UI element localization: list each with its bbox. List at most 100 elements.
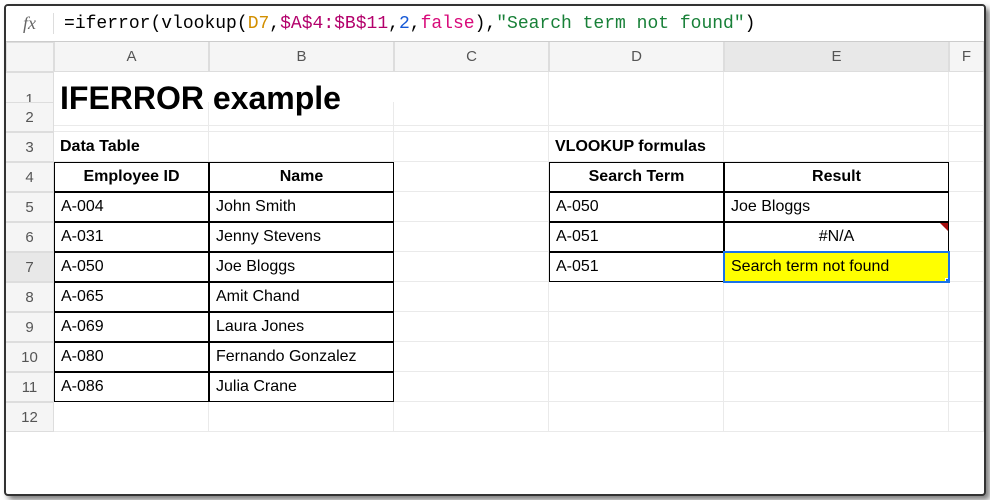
cell[interactable]	[949, 342, 984, 372]
cell[interactable]	[949, 102, 984, 132]
formula-paren: (	[150, 14, 161, 34]
cell[interactable]	[949, 402, 984, 432]
col-header-F[interactable]: F	[949, 42, 984, 72]
cell[interactable]	[394, 282, 549, 312]
formula-paren: )	[475, 14, 486, 34]
cell[interactable]	[394, 102, 549, 132]
col-header-C[interactable]: C	[394, 42, 549, 72]
formula-input[interactable]: =iferror(vlookup(D7,$A$4:$B$11,2,false),…	[54, 14, 984, 34]
table-header-name[interactable]: Name	[209, 162, 394, 192]
selected-cell[interactable]: Search term not found	[724, 252, 949, 282]
cell[interactable]	[209, 132, 394, 162]
row-header-12[interactable]: 12	[6, 402, 54, 432]
cell[interactable]	[394, 192, 549, 222]
cell[interactable]	[724, 312, 949, 342]
formula-arg-range: $A$4:$B$11	[280, 14, 388, 34]
cell[interactable]	[949, 132, 984, 162]
row-header-5[interactable]: 5	[6, 192, 54, 222]
result-na-cell[interactable]: #N/A	[724, 222, 949, 252]
row-header-2[interactable]: 2	[6, 102, 54, 132]
table-row[interactable]: A-050	[54, 252, 209, 282]
table-header-employee-id[interactable]: Employee ID	[54, 162, 209, 192]
row-header-8[interactable]: 8	[6, 282, 54, 312]
row-header-4[interactable]: 4	[6, 162, 54, 192]
section-label-vlookup[interactable]: VLOOKUP formulas	[549, 132, 724, 162]
cell[interactable]	[394, 372, 549, 402]
formula-fn-iferror: iferror	[75, 14, 151, 34]
row-header-3[interactable]: 3	[6, 132, 54, 162]
row-header-6[interactable]: 6	[6, 222, 54, 252]
row-header-10[interactable]: 10	[6, 342, 54, 372]
cell[interactable]	[54, 102, 209, 132]
cell[interactable]	[549, 402, 724, 432]
cell[interactable]	[949, 372, 984, 402]
formula-comma: ,	[410, 14, 421, 34]
select-all-corner[interactable]	[6, 42, 54, 72]
row-header-9[interactable]: 9	[6, 312, 54, 342]
fx-icon[interactable]: fx	[6, 13, 54, 34]
cell[interactable]	[549, 342, 724, 372]
cell[interactable]	[549, 282, 724, 312]
cell[interactable]	[394, 162, 549, 192]
cell[interactable]	[724, 282, 949, 312]
cell[interactable]	[54, 402, 209, 432]
cell[interactable]	[394, 252, 549, 282]
table-row[interactable]: A-069	[54, 312, 209, 342]
formula-comma: ,	[269, 14, 280, 34]
col-header-E[interactable]: E	[724, 42, 949, 72]
table-row[interactable]: A-065	[54, 282, 209, 312]
table-row[interactable]: Laura Jones	[209, 312, 394, 342]
table-row[interactable]: A-050	[549, 192, 724, 222]
cell[interactable]	[949, 312, 984, 342]
formula-arg-ref1: D7	[248, 14, 270, 34]
table-row[interactable]: Fernando Gonzalez	[209, 342, 394, 372]
cell[interactable]	[724, 132, 949, 162]
cell[interactable]	[724, 342, 949, 372]
row-header-7[interactable]: 7	[6, 252, 54, 282]
cell[interactable]	[549, 312, 724, 342]
cell[interactable]	[949, 192, 984, 222]
formula-paren: )	[745, 14, 756, 34]
cell[interactable]	[209, 402, 394, 432]
cell[interactable]	[949, 282, 984, 312]
cell[interactable]	[394, 222, 549, 252]
table-row[interactable]: A-086	[54, 372, 209, 402]
cell-grid[interactable]: A B C D E F 1 IFERROR example 2 3 Data T…	[6, 42, 984, 432]
col-header-B[interactable]: B	[209, 42, 394, 72]
table-row[interactable]: Amit Chand	[209, 282, 394, 312]
formula-paren: (	[237, 14, 248, 34]
cell[interactable]	[394, 342, 549, 372]
spreadsheet-window: fx =iferror(vlookup(D7,$A$4:$B$11,2,fals…	[4, 4, 986, 496]
cell[interactable]	[724, 102, 949, 132]
cell[interactable]	[394, 402, 549, 432]
table-row[interactable]: A-080	[54, 342, 209, 372]
col-header-D[interactable]: D	[549, 42, 724, 72]
cell[interactable]	[949, 222, 984, 252]
cell[interactable]	[949, 252, 984, 282]
table-row[interactable]: A-051	[549, 252, 724, 282]
table-row[interactable]: Joe Bloggs	[209, 252, 394, 282]
cell[interactable]	[724, 402, 949, 432]
row-header-11[interactable]: 11	[6, 372, 54, 402]
cell[interactable]	[209, 102, 394, 132]
cell[interactable]	[724, 372, 949, 402]
table-row[interactable]: Joe Bloggs	[724, 192, 949, 222]
table-row[interactable]: A-031	[54, 222, 209, 252]
cell[interactable]	[549, 102, 724, 132]
selection-handle[interactable]	[945, 278, 949, 282]
section-label-data-table[interactable]: Data Table	[54, 132, 209, 162]
table-row[interactable]: Julia Crane	[209, 372, 394, 402]
col-header-A[interactable]: A	[54, 42, 209, 72]
cell[interactable]	[949, 162, 984, 192]
selected-cell-value: Search term not found	[731, 258, 889, 276]
table-header-result[interactable]: Result	[724, 162, 949, 192]
table-row[interactable]: A-051	[549, 222, 724, 252]
cell[interactable]	[394, 312, 549, 342]
cell[interactable]	[549, 372, 724, 402]
cell[interactable]	[394, 132, 549, 162]
table-row[interactable]: John Smith	[209, 192, 394, 222]
table-header-search-term[interactable]: Search Term	[549, 162, 724, 192]
formula-eq: =	[64, 14, 75, 34]
table-row[interactable]: Jenny Stevens	[209, 222, 394, 252]
table-row[interactable]: A-004	[54, 192, 209, 222]
